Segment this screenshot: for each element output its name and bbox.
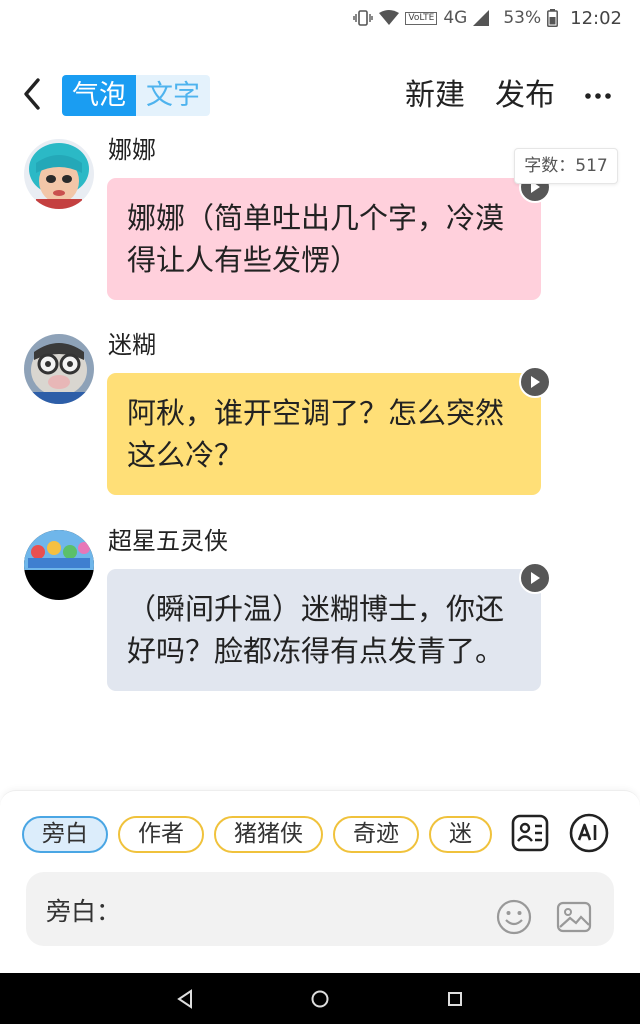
avatar-chaoxing[interactable]	[24, 530, 94, 600]
role-chip-narrator[interactable]: 旁白	[22, 816, 108, 853]
wifi-icon	[379, 10, 400, 26]
sender-name: 迷糊	[108, 331, 156, 359]
publish-button[interactable]: 发布	[495, 78, 555, 114]
message-bubble[interactable]: （瞬间升温）迷糊博士，你还好吗？脸都冻得有点发青了。	[107, 562, 551, 691]
vibrate-icon	[353, 9, 374, 27]
message-text: （瞬间升温）迷糊博士，你还好吗？脸都冻得有点发青了。	[127, 592, 505, 668]
message-bubble[interactable]: 阿秋，谁开空调了？怎么突然这么冷？	[107, 366, 551, 495]
word-count-badge: 字数：517	[514, 148, 618, 184]
avatar-nana[interactable]	[24, 139, 94, 209]
role-selector: 旁白 作者 猪猪侠 奇迹迷	[22, 816, 492, 854]
input-role-label: 旁白：	[46, 897, 122, 926]
role-chip-zhuzhuxia[interactable]: 猪猪侠	[214, 816, 323, 853]
header: 气泡 文字 新建 发布	[0, 64, 640, 126]
play-icon[interactable]	[519, 366, 551, 398]
status-bar: VoLTE 4G 53% 12:02	[0, 0, 640, 36]
mode-bubble-tab[interactable]: 气泡	[62, 75, 136, 116]
ai-icon[interactable]	[569, 813, 609, 853]
input-box: 旁白：	[26, 872, 614, 946]
battery-percent: 53%	[503, 8, 542, 28]
new-button[interactable]: 新建	[405, 78, 465, 114]
character-card-icon[interactable]	[510, 813, 550, 853]
play-icon[interactable]	[519, 562, 551, 594]
nav-home-icon[interactable]	[311, 990, 329, 1008]
image-icon[interactable]	[556, 899, 592, 935]
nav-recent-icon[interactable]	[447, 991, 463, 1007]
message-bubble[interactable]: 娜娜（简单吐出几个字，冷漠得让人有些发愣）	[107, 171, 551, 300]
message-input[interactable]	[126, 886, 486, 930]
sender-name: 超星五灵侠	[108, 527, 228, 555]
mode-text-tab[interactable]: 文字	[136, 75, 210, 116]
role-chip-mihu[interactable]: 迷	[429, 816, 492, 853]
nav-back-icon[interactable]	[176, 989, 194, 1009]
message-text: 娜娜（简单吐出几个字，冷漠得让人有些发愣）	[127, 201, 505, 277]
battery-icon	[547, 9, 559, 27]
clock: 12:02	[570, 7, 622, 29]
role-chip-author[interactable]: 作者	[118, 816, 204, 853]
back-arrow-icon[interactable]	[18, 76, 48, 112]
system-nav-bar	[0, 973, 640, 1024]
volte-badge: VoLTE	[405, 11, 438, 25]
avatar-mihu[interactable]	[24, 334, 94, 404]
signal-icon	[473, 10, 490, 26]
message-text: 阿秋，谁开空调了？怎么突然这么冷？	[127, 396, 505, 472]
mode-toggle: 气泡 文字	[62, 75, 210, 116]
more-icon[interactable]	[584, 92, 612, 100]
emoji-icon[interactable]	[496, 899, 532, 935]
role-chip-qiji[interactable]: 奇迹	[333, 816, 419, 853]
network-type: 4G	[443, 8, 468, 28]
sender-name: 娜娜	[108, 136, 156, 164]
